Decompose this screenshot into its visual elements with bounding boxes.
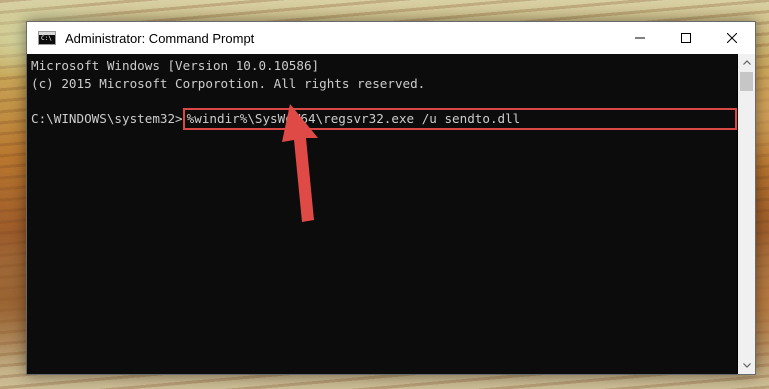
console-line-version: Microsoft Windows [Version 10.0.10586] — [31, 58, 320, 73]
window-title: Administrator: Command Prompt — [65, 30, 255, 46]
maximize-icon — [681, 33, 691, 43]
command-prompt-path: C:\WINDOWS\system32> — [31, 110, 183, 126]
scroll-down-button[interactable] — [738, 357, 755, 374]
window-controls — [617, 22, 755, 54]
vertical-scrollbar[interactable] — [738, 54, 755, 374]
close-button[interactable] — [709, 22, 755, 54]
prompt-line: C:\WINDOWS\system32> %windir%\SysWoW64\re… — [31, 107, 737, 130]
minimize-icon — [635, 37, 645, 39]
scroll-thumb[interactable] — [740, 72, 753, 91]
command-prompt-window[interactable]: Administrator: Command Prompt Microsoft — [26, 21, 756, 375]
title-bar[interactable]: Administrator: Command Prompt — [27, 22, 755, 54]
highlighted-command[interactable]: %windir%\SysWoW64\regsvr32.exe /u sendto… — [182, 107, 737, 130]
minimize-button[interactable] — [617, 22, 663, 54]
scroll-up-button[interactable] — [738, 54, 755, 71]
chevron-up-icon — [742, 60, 751, 65]
maximize-button[interactable] — [663, 22, 709, 54]
cmd-app-icon[interactable] — [38, 31, 56, 45]
close-icon — [727, 33, 737, 43]
chevron-down-icon — [742, 363, 751, 368]
red-arrow-annotation — [282, 104, 318, 222]
console-output[interactable]: Microsoft Windows [Version 10.0.10586] (… — [27, 54, 737, 374]
console-line-copyright: (c) 2015 Microsoft Corporotion. All righ… — [31, 75, 426, 91]
